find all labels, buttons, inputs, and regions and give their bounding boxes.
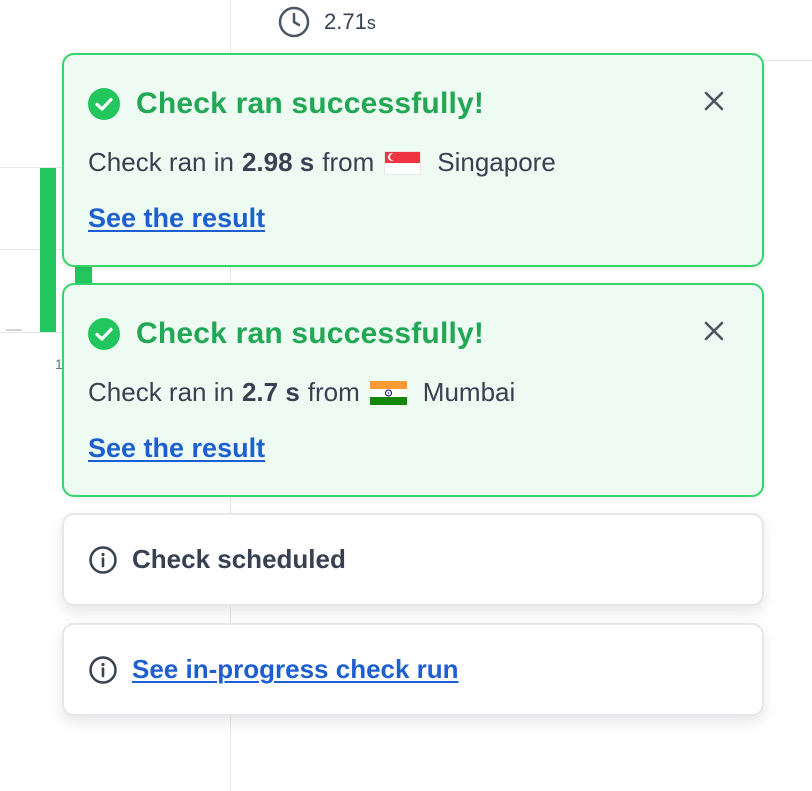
toast-title: Check ran successfully! bbox=[136, 317, 485, 350]
axis-tick bbox=[6, 329, 22, 331]
check-scheduled-text: Check scheduled bbox=[132, 544, 346, 574]
info-row: See in-progress check run bbox=[88, 625, 459, 714]
response-time: 2.71s bbox=[278, 6, 376, 38]
success-toast: Check ran successfully! Check ran in 2.7… bbox=[62, 283, 764, 497]
in-progress-check-link[interactable]: See in-progress check run bbox=[132, 654, 459, 685]
info-toast: See in-progress check run bbox=[62, 623, 764, 716]
message-prefix: Check ran in bbox=[88, 147, 234, 177]
response-time-value: 2.71s bbox=[324, 9, 376, 34]
clock-icon bbox=[278, 6, 310, 38]
close-icon[interactable] bbox=[702, 319, 726, 343]
info-icon bbox=[89, 545, 117, 574]
toast-message: Check ran in 2.7 s from Mumbai bbox=[88, 377, 515, 408]
singapore-flag-icon bbox=[384, 150, 422, 175]
location-name: Singapore bbox=[437, 147, 556, 177]
success-toast: Check ran successfully! Check ran in 2.9… bbox=[62, 53, 764, 267]
see-result-link[interactable]: See the result bbox=[88, 203, 265, 234]
info-row: Check scheduled bbox=[88, 515, 346, 604]
check-circle-icon bbox=[88, 318, 120, 350]
info-toast: Check scheduled bbox=[62, 513, 764, 606]
toast-header: Check ran successfully! bbox=[88, 317, 484, 351]
close-icon[interactable] bbox=[702, 89, 726, 113]
toast-header: Check ran successfully! bbox=[88, 87, 484, 121]
see-result-link[interactable]: See the result bbox=[88, 433, 265, 464]
toast-message: Check ran in 2.98 s from Singapore bbox=[88, 147, 556, 178]
check-duration: 2.7 s bbox=[241, 377, 300, 407]
chart-bar bbox=[75, 265, 92, 285]
check-duration: 2.98 s bbox=[241, 147, 315, 177]
location-name: Mumbai bbox=[422, 377, 516, 407]
message-from: from bbox=[322, 147, 375, 177]
message-from: from bbox=[307, 377, 360, 407]
grid-line bbox=[0, 332, 62, 333]
info-icon bbox=[89, 655, 117, 684]
india-flag-icon bbox=[369, 380, 407, 405]
check-circle-icon bbox=[88, 88, 120, 120]
message-prefix: Check ran in bbox=[88, 377, 234, 407]
toast-title: Check ran successfully! bbox=[136, 87, 485, 120]
chart-bar bbox=[40, 168, 56, 332]
